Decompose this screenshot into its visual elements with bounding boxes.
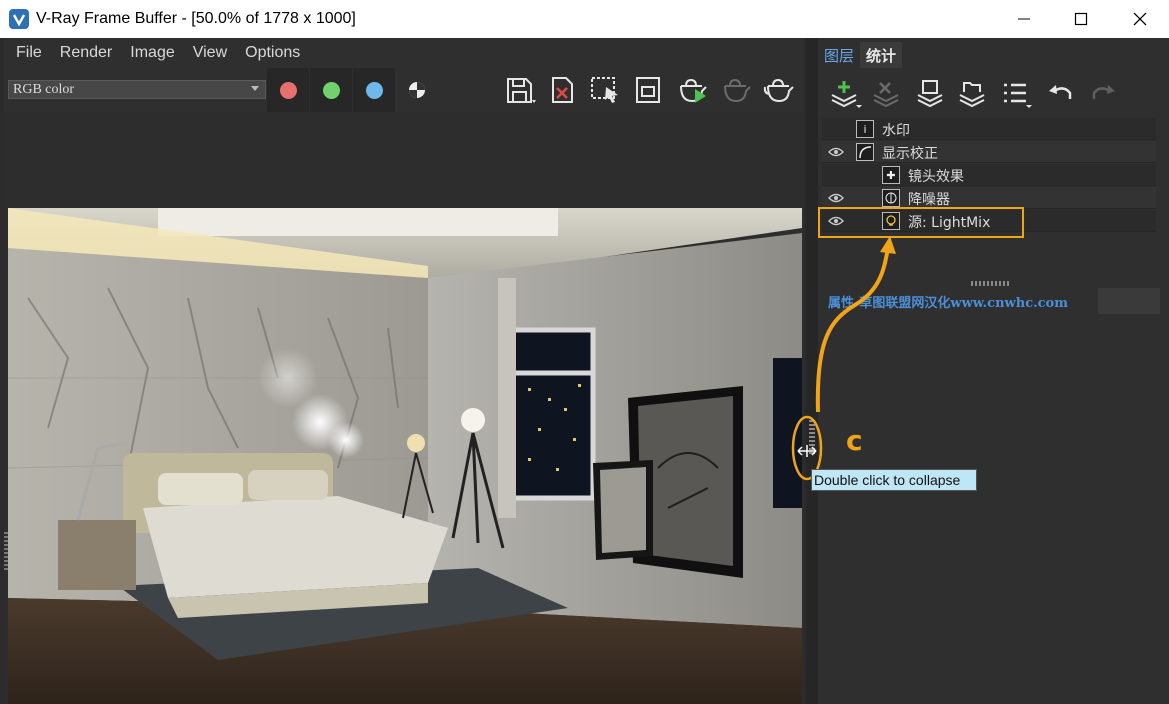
- resize-cursor-icon: [797, 443, 817, 457]
- collapse-tooltip: Double click to collapse: [811, 469, 977, 491]
- annotation-arrow: [791, 236, 896, 481]
- annotation-label-c: c: [846, 424, 863, 457]
